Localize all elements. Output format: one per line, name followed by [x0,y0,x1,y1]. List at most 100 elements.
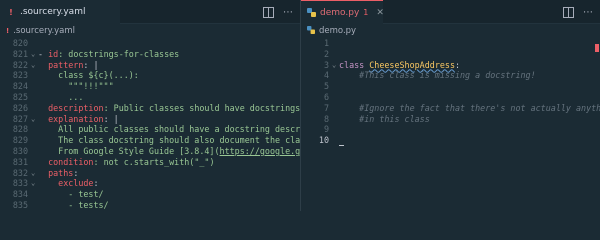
token: The class docstring should also document… [58,135,300,146]
token: exclude [58,178,94,189]
line-number: 6 [323,92,329,102]
token: - test/ [38,189,104,200]
code-line[interactable]: 826 description: Public classes should h… [0,103,300,114]
code-line[interactable]: 824 """!!!""" [0,81,300,92]
tab-demo-py[interactable]: demo.py 1 ✕ [301,0,384,24]
token: : not c.starts_with("_") [93,156,215,167]
scrollbar[interactable] [594,38,600,211]
code-line[interactable]: 2 [301,49,600,60]
code-line[interactable]: 3 ⌄ class CheeseShopAddress: [301,60,600,71]
exclamation-icon: ! [6,27,10,35]
code-line[interactable]: 828 All public classes should have a doc… [0,124,300,135]
breadcrumb: demo.py [301,24,600,38]
tab-sourcery-yaml[interactable]: ! .sourcery.yaml [0,0,120,24]
token: : [73,167,79,178]
code-line[interactable]: 822 ⌄ pattern: | [0,60,300,71]
code-text [339,135,344,147]
token: From Google Style Guide [3.8.4]( [38,146,220,156]
token: ... [38,92,84,102]
right-editor-actions: ⋯ [562,0,594,24]
code-text: class CheeseShopAddress: [339,60,460,71]
line-number: 826 [12,102,28,113]
breadcrumb-file[interactable]: demo.py [319,26,356,36]
token: : docstrings-for-classes [58,48,180,59]
code-text: The class docstring should also document… [38,135,300,146]
code-text: class ${c}(...): [38,70,139,81]
token: CheeseShopAddress [369,59,455,70]
code-text: - id: docstrings-for-classes [38,49,179,60]
code-line[interactable]: 820 [0,38,300,49]
fold-chevron-icon[interactable]: ⌄ [31,114,37,125]
line-number: 828 [12,124,28,135]
code-line[interactable]: 7 #Ignore the fact that there's not actu… [301,103,600,114]
line-number: 820 [12,38,28,48]
token: #This class is missing a docstring! [339,70,536,81]
code-line[interactable]: 825 ... [0,92,300,103]
code-text: ... [38,92,83,103]
breadcrumb-file[interactable]: .sourcery.yaml [13,26,75,36]
code-line[interactable]: 4 #This class is missing a docstring! [301,70,600,81]
token: class ${c}(...): [38,70,139,81]
line-number: 835 [12,200,28,210]
fold-chevron-icon[interactable]: ⌄ [31,168,37,179]
line-number: 829 [12,135,28,146]
code-line[interactable]: 1 [301,38,600,49]
code-line[interactable]: 832 ⌄ paths: [0,168,300,179]
line-number: 825 [12,92,28,102]
token: id [48,48,59,59]
split-editor-icon[interactable] [562,6,574,18]
code-line[interactable]: 9 [301,124,600,135]
more-actions-icon[interactable]: ⋯ [282,6,294,18]
code-text: explanation: | [38,114,119,125]
token: class [339,59,370,70]
right-editor-pane: demo.py 1 ✕ ⋯ demo.py 1 2 3 ⌄ class CheeseSh… [301,0,600,211]
fold-chevron-icon[interactable]: ⌄ [332,60,338,71]
code-text: #Ignore the fact that there's not actual… [339,103,600,114]
fold-chevron-icon[interactable]: ⌄ [31,178,37,189]
code-text: - tests/ [38,200,108,211]
code-line[interactable]: 831 condition: not c.starts_with("_") [0,157,300,168]
line-number: 821 [12,48,28,59]
exclamation-icon: ! [9,7,13,17]
code-text: description: Public classes should have … [38,103,300,114]
close-icon[interactable]: ✕ [376,8,384,18]
code-editor[interactable]: 820 821 ⌄ - id: docstrings-for-classes 822 ⌄ … [0,38,300,211]
code-line[interactable]: 823 class ${c}(...): [0,70,300,81]
token: explanation [48,113,104,124]
code-editor[interactable]: 1 2 3 ⌄ class CheeseShopAddress: 4 #This clas… [301,38,600,211]
code-line[interactable]: 834 - test/ [0,189,300,200]
code-line[interactable]: 821 ⌄ - id: docstrings-for-classes [0,49,300,60]
line-number: 8 [323,113,329,124]
line-number: 823 [12,70,28,81]
python-file-icon [307,8,316,18]
left-editor-actions: ⋯ [262,0,294,24]
split-editor-icon[interactable] [262,6,274,18]
code-line[interactable]: 827 ⌄ explanation: | [0,114,300,125]
code-line[interactable]: 5 [301,81,600,92]
code-text: """!!!""" [38,81,113,92]
code-line[interactable]: 833 ⌄ exclude: [0,178,300,189]
line-number: 824 [12,81,28,92]
line-number: 827 [12,113,28,124]
line-number: 7 [323,102,329,113]
code-line[interactable]: 829 The class docstring should also docu… [0,135,300,146]
line-number: 5 [323,81,329,92]
fold-chevron-icon[interactable]: ⌄ [31,60,37,71]
code-line[interactable]: 835 - tests/ [0,200,300,211]
token: : | [103,113,119,124]
code-line[interactable]: 6 [301,92,600,103]
tab-label: .sourcery.yaml [20,7,86,17]
token: : Public classes should have docstrings [103,102,300,113]
code-line[interactable]: 10 [301,135,600,147]
code-line[interactable]: 830 From Google Style Guide [3.8.4](http… [0,146,300,157]
code-text: From Google Style Guide [3.8.4](https://… [38,146,300,157]
token: https://google.github.io [219,146,300,156]
more-actions-icon[interactable]: ⋯ [582,6,594,18]
line-number: 831 [12,156,28,167]
code-line[interactable]: 8 #in this class [301,114,600,125]
fold-chevron-icon[interactable]: ⌄ [31,49,37,60]
token: description [48,102,104,113]
